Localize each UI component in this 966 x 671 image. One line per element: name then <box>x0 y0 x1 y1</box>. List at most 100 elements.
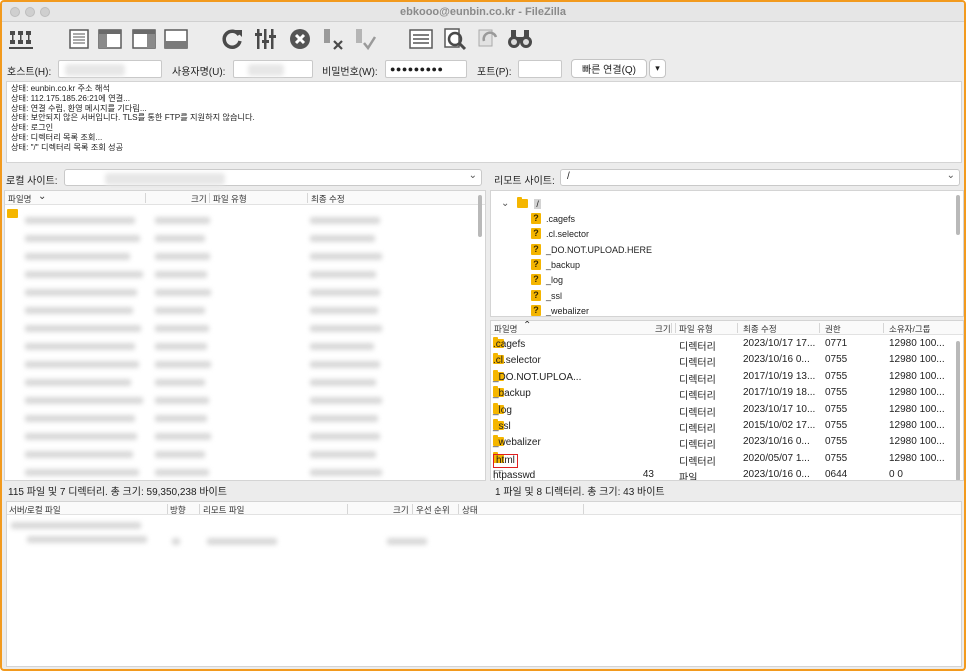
remote-file-perms: 0755 <box>825 370 848 382</box>
queue-col-server[interactable]: 서버/로컬 파일 <box>9 504 61 516</box>
host-input[interactable] <box>58 60 162 78</box>
remote-file-row[interactable]: _log 디렉터리 2023/10/17 10... 0755 12980 100... <box>491 402 949 419</box>
remote-file-owner: 12980 100... <box>889 420 945 431</box>
remote-file-row[interactable]: _ssl 디렉터리 2015/10/02 17... 0755 12980 100... <box>491 418 949 435</box>
remote-directory-tree[interactable]: ⌄ / ? .cagefs ? .cl.selector ? _DO.NOT.UPLO… <box>490 190 964 317</box>
toggle-queue-icon[interactable] <box>163 26 189 52</box>
remote-file-row[interactable]: _DO.NOT.UPLOA... 디렉터리 2017/10/19 13... 0755… <box>491 369 949 386</box>
folder-icon <box>7 209 18 218</box>
remote-tree-item[interactable]: ? _log <box>531 272 563 287</box>
queue-col-size[interactable]: 크기 <box>393 504 409 516</box>
port-input[interactable] <box>518 60 562 78</box>
remote-tree-root[interactable]: ⌄ / <box>501 196 541 211</box>
remote-tree-item-label: _log <box>546 274 564 285</box>
local-list-scrollbar[interactable] <box>478 195 482 237</box>
remote-column-header: 파일명 ⌃ 크기 파일 유형 최종 수정 권한 소유자/그룹 <box>491 321 963 335</box>
remote-file-modified: 2017/10/19 13... <box>743 370 816 382</box>
remote-tree-scrollbar[interactable] <box>956 195 960 235</box>
remote-file-modified: 2020/05/07 1... <box>743 452 810 464</box>
cancel-icon[interactable] <box>287 26 313 52</box>
remote-file-row[interactable]: _backup 디렉터리 2017/10/19 18... 0755 12980 100… <box>491 385 949 402</box>
password-label: 비밀번호(W): <box>322 67 378 78</box>
remote-file-name: htpasswd <box>493 470 536 481</box>
remote-tree-item[interactable]: ? _ssl <box>531 288 562 303</box>
toggle-comparison-icon[interactable] <box>442 26 468 52</box>
chevron-down-icon: ⌄ <box>501 198 510 209</box>
message-log[interactable]: 상태: eunbin.co.kr 주소 해석 상태: 112.175.185.2… <box>6 81 962 163</box>
username-input[interactable] <box>233 60 313 78</box>
port-label: 포트(P): <box>477 67 512 78</box>
unknown-folder-icon: ? <box>531 259 541 270</box>
remote-col-owner[interactable]: 소유자/그룹 <box>889 323 930 335</box>
queue-col-direction[interactable]: 방향 <box>170 504 186 516</box>
remote-file-modified: 2023/10/16 0... <box>743 436 810 448</box>
transfer-queue[interactable]: 서버/로컬 파일 방향 리모트 파일 크기 우선 순위 상태 <box>6 501 962 667</box>
remote-file-row[interactable]: _webalizer 디렉터리 2023/10/16 0... 0755 12980 1… <box>491 434 949 452</box>
remote-tree-item[interactable]: ? _DO.NOT.UPLOAD.HERE <box>531 242 652 257</box>
toggle-local-tree-icon[interactable] <box>97 26 123 52</box>
remote-file-list[interactable]: 파일명 ⌃ 크기 파일 유형 최종 수정 권한 소유자/그룹 .cagefs 디렉… <box>490 320 964 481</box>
remote-file-owner: 0 0 <box>889 469 903 481</box>
remote-file-perms: 0771 <box>825 338 848 349</box>
remote-file-size: 43 <box>642 469 654 481</box>
queue-col-status[interactable]: 상태 <box>462 504 478 516</box>
remote-file-row[interactable]: htpasswd 43 파일 2023/10/16 0... 0644 0 0 <box>491 467 949 481</box>
unknown-folder-icon: ? <box>531 228 541 239</box>
remote-file-owner: 12980 100... <box>889 403 945 415</box>
refresh-icon[interactable] <box>219 26 245 52</box>
remote-path-value: / <box>567 171 570 182</box>
disconnect-icon[interactable] <box>320 26 346 52</box>
remote-file-row[interactable]: html 디렉터리 2020/05/07 1... 0755 12980 100... <box>491 451 949 468</box>
remote-col-modified[interactable]: 최종 수정 <box>743 323 777 335</box>
remote-file-perms: 0755 <box>825 452 848 464</box>
local-col-type[interactable]: 파일 유형 <box>213 193 247 205</box>
local-file-list[interactable]: 파일명 ⌄ 크기 파일 유형 최종 수정 <box>4 190 486 481</box>
remote-col-type[interactable]: 파일 유형 <box>679 323 713 335</box>
remote-col-size[interactable]: 크기 <box>655 323 671 335</box>
site-manager-icon[interactable] <box>8 26 34 52</box>
remote-file-perms: 0755 <box>825 420 848 431</box>
remote-tree-item[interactable]: ? _backup <box>531 257 580 272</box>
remote-path-combo[interactable]: / ⌄ <box>560 169 960 186</box>
remote-col-perms[interactable]: 권한 <box>825 323 841 335</box>
remote-file-owner: 12980 100... <box>889 354 945 366</box>
toolbar <box>2 22 964 58</box>
local-path-combo[interactable]: ⌄ <box>64 169 482 186</box>
remote-col-name[interactable]: 파일명 <box>494 323 517 335</box>
directory-listing-filter-icon[interactable] <box>408 26 434 52</box>
remote-tree-item[interactable]: ? _webalizer <box>531 303 589 316</box>
sync-browsing-icon[interactable] <box>475 26 501 52</box>
log-line: 상태: 112.175.185.26:21에 연결... <box>11 93 130 103</box>
remote-file-row[interactable]: .cagefs 디렉터리 2023/10/17 17... 0771 12980 100… <box>491 336 949 353</box>
log-line: 상태: 로그인 <box>11 123 54 133</box>
queue-col-remote[interactable]: 리모트 파일 <box>203 504 244 516</box>
local-site-bar: 로컬 사이트: ⌄ <box>2 168 486 188</box>
toggle-remote-tree-icon[interactable] <box>131 26 157 52</box>
quickconnect-button[interactable]: 빠른 연결(Q) <box>571 59 647 78</box>
local-col-size[interactable]: 크기 <box>191 193 207 205</box>
local-col-modified[interactable]: 최종 수정 <box>311 193 345 205</box>
remote-tree-item[interactable]: ? .cagefs <box>531 211 575 226</box>
unknown-folder-icon: ? <box>531 290 541 301</box>
remote-file-modified: 2023/10/17 17... <box>743 338 816 349</box>
remote-file-owner: 12980 100... <box>889 338 945 349</box>
remote-tree-item[interactable]: ? .cl.selector <box>531 226 589 241</box>
local-col-name[interactable]: 파일명 <box>8 193 31 205</box>
remote-list-scrollbar[interactable] <box>956 341 960 480</box>
process-queue-icon[interactable] <box>253 26 279 52</box>
window-title: ebkooo@eunbin.co.kr - FileZilla <box>400 6 566 18</box>
quickconnect-history-button[interactable]: ▾ <box>649 59 666 78</box>
search-remote-files-icon[interactable] <box>507 26 533 52</box>
remote-file-name: .cl.selector <box>493 355 541 367</box>
title-bar: ebkooo@eunbin.co.kr - FileZilla <box>2 2 964 22</box>
remote-file-row[interactable]: .cl.selector 디렉터리 2023/10/16 0... 0755 12980… <box>491 352 949 369</box>
remote-file-type: 디렉터리 <box>679 440 716 452</box>
remote-file-owner: 12980 100... <box>889 387 945 399</box>
remote-file-name: _backup <box>493 388 531 400</box>
toggle-message-log-icon[interactable] <box>66 26 92 52</box>
reconnect-icon[interactable] <box>352 26 378 52</box>
chevron-down-icon: ⌄ <box>468 170 477 181</box>
queue-col-priority[interactable]: 우선 순위 <box>416 504 450 516</box>
password-input[interactable]: ●●●●●●●●● <box>385 60 467 78</box>
remote-file-modified: 2023/10/16 0... <box>743 354 810 366</box>
